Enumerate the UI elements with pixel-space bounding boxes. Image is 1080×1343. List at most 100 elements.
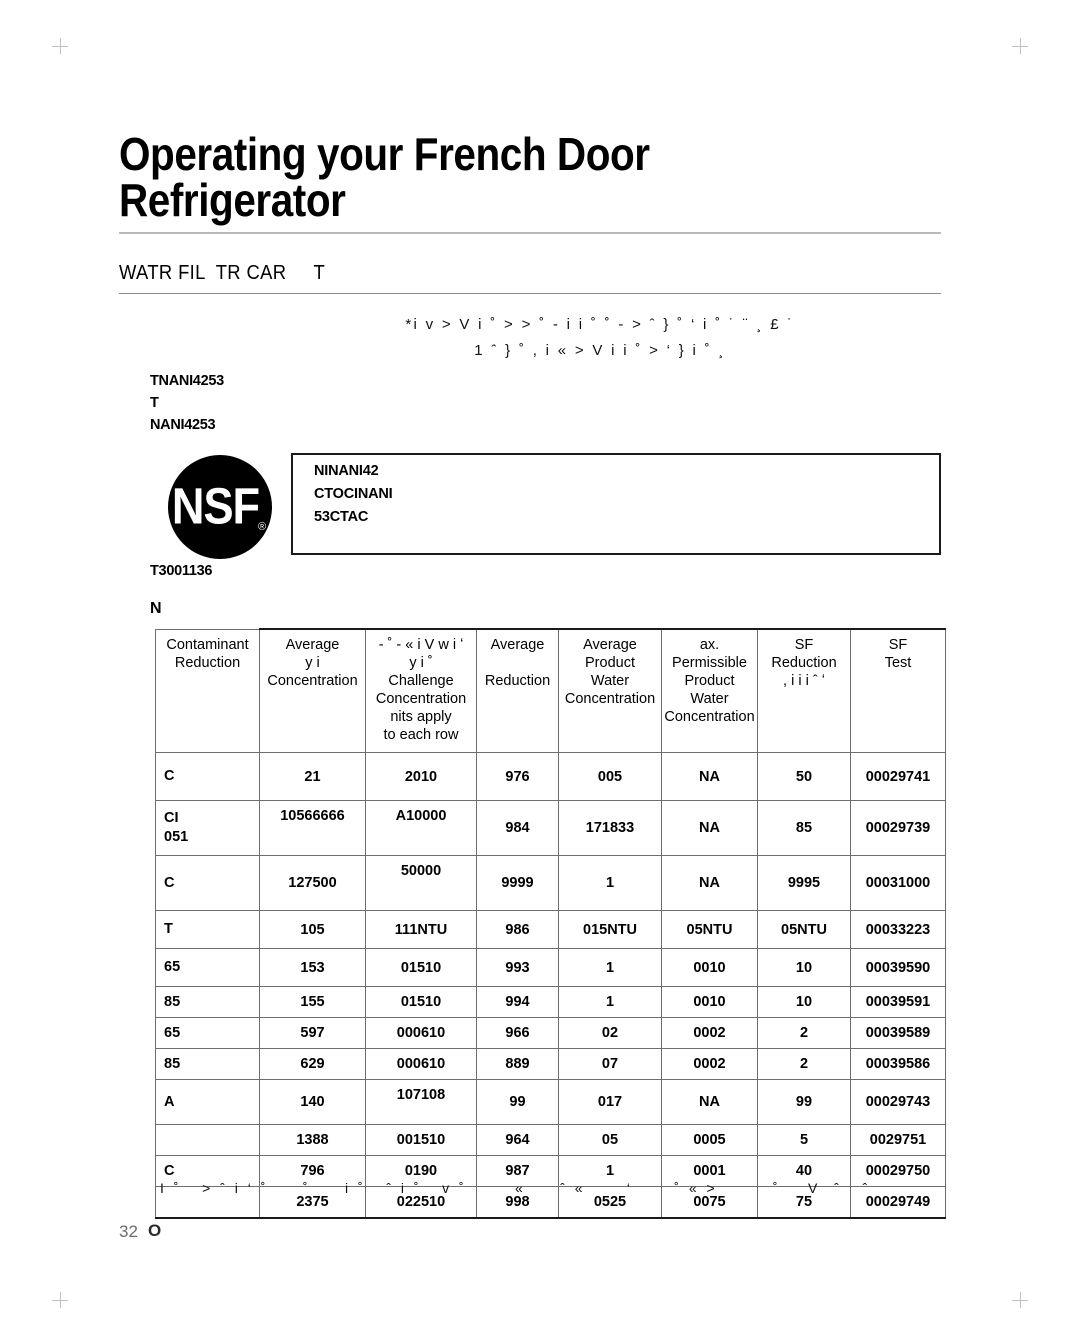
table-cell: 976	[476, 752, 559, 801]
table-cell: 00029743	[850, 1079, 946, 1125]
table-cell: 105	[259, 910, 366, 949]
table-cell: 017	[558, 1079, 662, 1125]
row-label-cell: 85	[155, 986, 260, 1018]
table-cell: 993	[476, 948, 559, 987]
table-cell: A10000	[365, 800, 477, 856]
table-row: 65 597 000610 966 02 0002 2 00039589	[155, 1017, 946, 1049]
table-cell: 629	[259, 1048, 366, 1080]
crop-mark-bottom-left-v	[60, 1292, 61, 1308]
table-cell: 1	[558, 855, 662, 911]
footer-note: I ˚ > ˆ i ‘ ˚ ˚ i ˚ ˆ i ˚ v ˚ « ˆ « ‘ ˚ …	[160, 1180, 871, 1196]
table-cell: 005	[558, 752, 662, 801]
table-cell: 140	[259, 1079, 366, 1125]
table-row: 85 155 01510 994 1 0010 10 00039591	[155, 986, 946, 1018]
column-header-contaminant-reduction: Contaminant Reduction	[155, 628, 260, 753]
column-header-challenge-concentration: - ˚ - « i V w i ʻ y i ˚ Challenge Concen…	[365, 628, 477, 753]
section-divider	[119, 293, 941, 294]
table-body: C 21 2010 976 005 NA 50 00029741 CI 051 10566666 A…	[155, 752, 946, 1219]
table-cell: 015NTU	[558, 910, 662, 949]
table-cell: 964	[476, 1124, 559, 1156]
table-cell: 01510	[365, 986, 477, 1018]
table-cell: 153	[259, 948, 366, 987]
table-cell: NA	[661, 800, 758, 856]
table-cell: 10	[757, 986, 851, 1018]
crop-mark-top-left-v	[60, 38, 61, 54]
table-cell: 984	[476, 800, 559, 856]
table-cell: 111NTU	[365, 910, 477, 949]
table-cell: 01510	[365, 948, 477, 987]
row-label-cell: C	[155, 855, 260, 911]
table-cell: 00029739	[850, 800, 946, 856]
table-row: 1388 001510 964 05 0005 5 0029751	[155, 1124, 946, 1156]
table-cell: 9999	[476, 855, 559, 911]
table-cell: 171833	[558, 800, 662, 856]
table-cell: 00039586	[850, 1048, 946, 1080]
table-cell: 00039590	[850, 948, 946, 987]
table-cell: 597	[259, 1017, 366, 1049]
row-label-cell	[155, 1124, 260, 1156]
table-cell: 0010	[661, 986, 758, 1018]
table-cell: 001510	[365, 1124, 477, 1156]
section-heading: WATR FIL TR CAR T	[119, 262, 326, 284]
table-cell: 99	[476, 1079, 559, 1125]
table-cell: 05	[558, 1124, 662, 1156]
table-cell: NA	[661, 1079, 758, 1125]
table-cell: 00039591	[850, 986, 946, 1018]
table-row: A 140 107108 99 017 NA 99 00029743	[155, 1079, 946, 1125]
intro-paragraph: *i v > V i ˚ > > ˚ - i i ˚ ˚ - > ˆ } ˚ ‘…	[405, 316, 795, 359]
table-caption: N	[150, 600, 162, 617]
column-header-max-permissible-product-water-concentration: ax. Permissible Product Water Concentrat…	[661, 628, 758, 753]
table-row: 65 153 01510 993 1 0010 10 00039590	[155, 948, 946, 987]
title-divider	[119, 232, 941, 234]
table-cell: 1	[558, 948, 662, 987]
table-cell: 966	[476, 1017, 559, 1049]
table-cell: 0002	[661, 1048, 758, 1080]
table-cell: 10566666	[259, 800, 366, 856]
part-code: T3001136	[150, 563, 213, 579]
table-row: CI 051 10566666 A10000 984 171833 NA 85 0002973…	[155, 800, 946, 856]
column-header-nsf-test: SF Test	[850, 628, 946, 753]
table-row: C 127500 50000 9999 1 NA 9995 00031000	[155, 855, 946, 911]
row-label-cell: CI 051	[155, 800, 260, 856]
performance-data-table: Contaminant Reduction Average y i Concen…	[155, 628, 946, 1219]
table-cell: 10	[757, 948, 851, 987]
table-cell: 00029741	[850, 752, 946, 801]
table-cell: 05NTU	[661, 910, 758, 949]
page-title-block: Operating your French Door Refrigerator	[119, 131, 949, 223]
table-cell: 85	[757, 800, 851, 856]
performance-table-wrapper: Contaminant Reduction Average y i Concen…	[155, 628, 946, 1219]
page-number: 32	[119, 1222, 138, 1241]
table-cell: 50000	[365, 855, 477, 911]
table-cell: 02	[558, 1017, 662, 1049]
document-page: Operating your French Door Refrigerator …	[0, 0, 1080, 1343]
table-cell: 994	[476, 986, 559, 1018]
table-cell: 21	[259, 752, 366, 801]
table-cell: 2	[757, 1048, 851, 1080]
row-label-cell: A	[155, 1079, 260, 1125]
crop-mark-top-right-v	[1020, 38, 1021, 54]
column-header-average-influent-concentration: Average y i Concentration	[259, 628, 366, 753]
table-cell: 00039589	[850, 1017, 946, 1049]
table-cell: 0010	[661, 948, 758, 987]
table-cell: 05NTU	[757, 910, 851, 949]
table-cell: 1388	[259, 1124, 366, 1156]
table-cell: 2	[757, 1017, 851, 1049]
nsf-wordmark: NSF	[171, 478, 260, 536]
certification-text: NINANI42 CTOCINANI 53CTAC	[314, 463, 393, 525]
row-label-cell: C	[155, 752, 260, 801]
table-cell: 5	[757, 1124, 851, 1156]
table-cell: 0005	[661, 1124, 758, 1156]
table-row: C 21 2010 976 005 NA 50 00029741	[155, 752, 946, 801]
table-cell: 1	[558, 986, 662, 1018]
column-header-nsf-reduction-requirements: SF Reduction , i i i ˆ ʻ	[757, 628, 851, 753]
model-code-list: TNANI4253 T NANI4253	[150, 373, 224, 433]
page-title: Operating your French Door Refrigerator	[119, 128, 650, 226]
page-marker: O	[148, 1221, 162, 1240]
table-row: 85 629 000610 889 07 0002 2 00039586	[155, 1048, 946, 1080]
nsf-logo: NSF ®	[168, 455, 272, 559]
crop-mark-bottom-right-v	[1020, 1292, 1021, 1308]
table-cell: 986	[476, 910, 559, 949]
row-label-cell: 65	[155, 948, 260, 987]
table-cell: 07	[558, 1048, 662, 1080]
table-cell: 107108	[365, 1079, 477, 1125]
